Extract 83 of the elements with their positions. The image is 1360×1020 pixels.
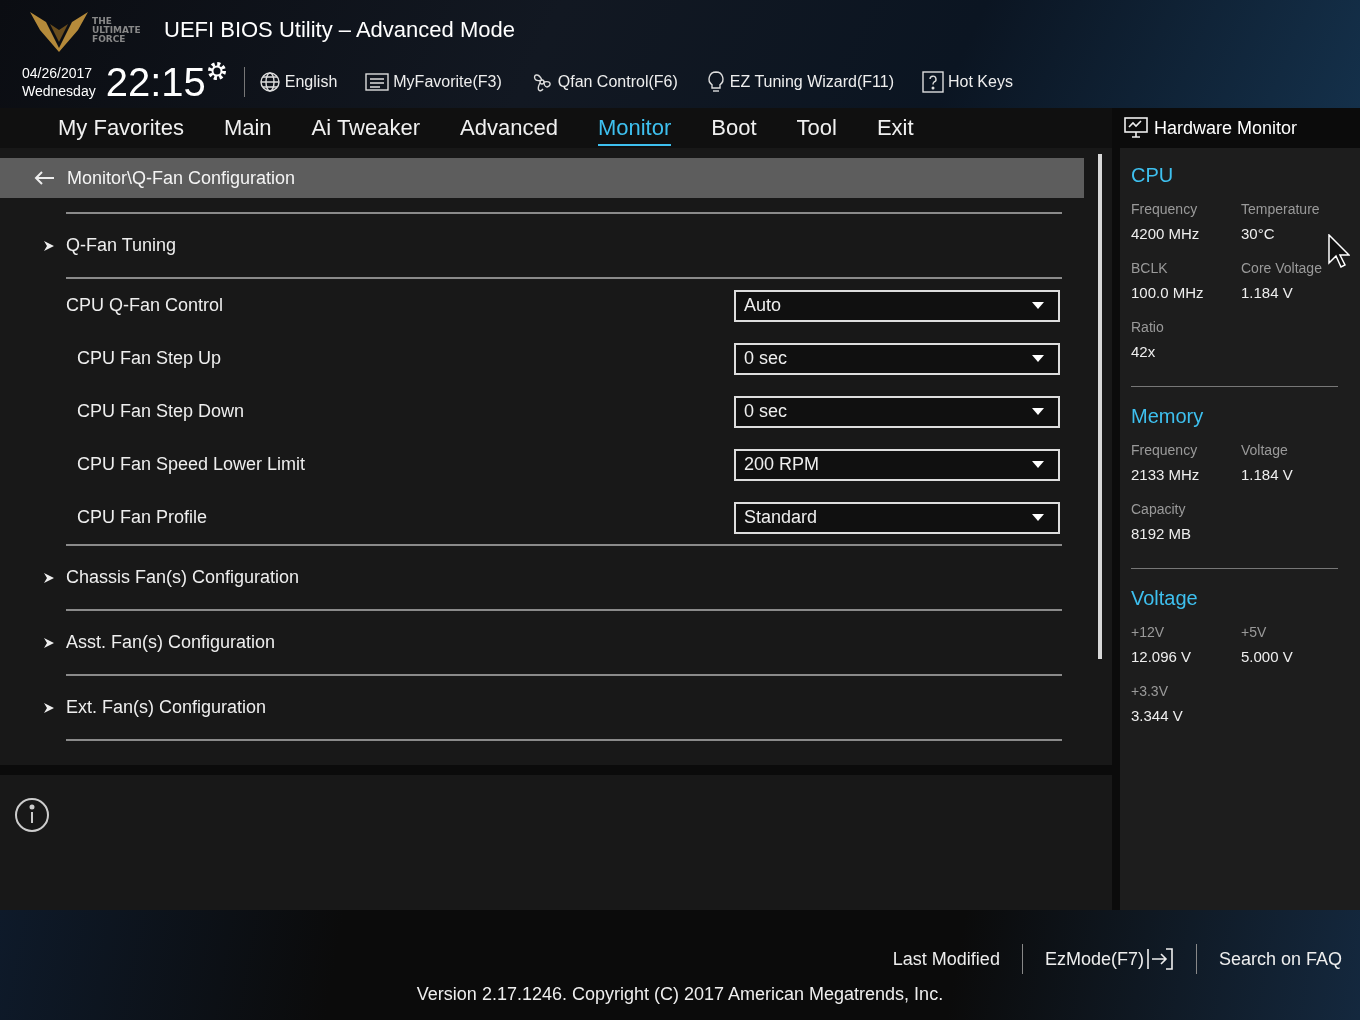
panel-title: Hardware Monitor — [1154, 117, 1298, 139]
toolbar-button[interactable]: Qfan Control(F6) — [529, 70, 678, 94]
submenu-link[interactable]: Chassis Fan(s) Configuration — [66, 567, 1062, 588]
day-text: Wednesday — [22, 82, 96, 100]
stat-value: 1.184 V — [1241, 466, 1294, 483]
stat-value: 5.000 V — [1241, 648, 1294, 665]
version-text: Version 2.17.1246. Copyright (C) 2017 American Megatrends, Inc. — [416, 984, 944, 1005]
expand-arrow-icon — [44, 240, 54, 251]
toolbar-button[interactable]: English — [258, 71, 338, 93]
stat-label: Capacity — [1131, 501, 1187, 517]
stat-label: Ratio — [1131, 319, 1165, 335]
date-text: 04/26/2017 — [22, 64, 94, 82]
stat-label: Frequency — [1131, 442, 1199, 458]
menu-tab[interactable]: Advanced — [460, 110, 558, 146]
setting-label: CPU Fan Speed Lower Limit — [77, 454, 307, 475]
menu-tab[interactable]: Tool — [796, 110, 837, 146]
stat-label: Core Voltage — [1241, 260, 1323, 276]
stat-label: Voltage — [1241, 442, 1289, 458]
dropdown[interactable]: 0 sec — [734, 395, 1060, 428]
lightbulb-icon — [705, 70, 726, 94]
expand-arrow-icon — [44, 637, 54, 648]
submenu-link[interactable]: Q-Fan Tuning — [66, 235, 1062, 256]
section-title: CPU — [1131, 164, 1175, 187]
toolbar-button[interactable]: Hot Keys — [922, 71, 1013, 93]
setting-label: CPU Q-Fan Control — [66, 295, 225, 316]
dropdown[interactable]: 0 sec — [734, 342, 1060, 375]
help-icon — [922, 71, 944, 93]
dropdown[interactable]: Standard — [734, 501, 1060, 534]
dropdown[interactable]: 200 RPM — [734, 448, 1060, 481]
setting-label: CPU Fan Profile — [77, 507, 209, 528]
stat-value: 4200 MHz — [1131, 225, 1201, 242]
footer-link[interactable]: Last Modified — [888, 948, 1004, 970]
menu-tab[interactable]: Boot — [711, 110, 757, 146]
stat-label: +12V — [1131, 624, 1166, 640]
menu-tab[interactable]: My Favorites — [58, 110, 184, 146]
footer-link[interactable]: Search on FAQ — [1214, 948, 1346, 970]
submenu-link[interactable]: Ext. Fan(s) Configuration — [66, 697, 1062, 718]
logo-text: THE ULTIMATE FORCE — [92, 16, 142, 44]
caret-icon — [1032, 355, 1044, 362]
stat-label: +3.3V — [1131, 683, 1169, 699]
stat-value: 30°C — [1241, 225, 1276, 242]
stat-value: 42x — [1131, 343, 1157, 360]
stat-label: +5V — [1241, 624, 1268, 640]
menu-tab[interactable]: Exit — [876, 110, 914, 146]
section-title: Memory — [1131, 405, 1205, 428]
monitor-icon — [1124, 117, 1148, 139]
caret-icon — [1032, 302, 1044, 309]
toolbar-button[interactable]: MyFavorite(F3) — [365, 72, 502, 92]
settings-icon[interactable] — [205, 60, 228, 82]
breadcrumb-bar[interactable]: Monitor\Q-Fan Configuration — [0, 158, 1084, 198]
toolbar-button[interactable]: EZ Tuning Wizard(F11) — [705, 70, 894, 94]
section-title: Voltage — [1131, 587, 1199, 610]
stat-value: 100.0 MHz — [1131, 284, 1205, 301]
mouse-pointer-icon — [1328, 234, 1350, 268]
expand-arrow-icon — [44, 572, 54, 583]
dropdown[interactable]: Auto — [734, 289, 1060, 322]
expand-arrow-icon — [44, 702, 54, 713]
info-icon — [14, 797, 50, 833]
caret-icon — [1032, 514, 1044, 521]
stat-value: 3.344 V — [1131, 707, 1184, 724]
footer-link[interactable]: EzMode(F7) — [1040, 948, 1178, 970]
caret-icon — [1032, 408, 1044, 415]
list-icon — [365, 72, 390, 92]
caret-icon — [1032, 461, 1044, 468]
setting-label: CPU Fan Step Down — [77, 401, 246, 422]
stat-value: 12.096 V — [1131, 648, 1193, 665]
menu-tab[interactable]: Monitor — [597, 110, 672, 146]
stat-value: 2133 MHz — [1131, 466, 1201, 483]
setting-label: CPU Fan Step Up — [77, 348, 223, 369]
exit-icon — [1145, 948, 1174, 970]
breadcrumb-text: Monitor\Q-Fan Configuration — [67, 167, 296, 189]
stat-value: 8192 MB — [1131, 525, 1193, 542]
menu-tab[interactable]: Ai Tweaker — [311, 110, 421, 146]
menu-tab[interactable]: Main — [223, 110, 272, 146]
clock-time: 22:15 — [105, 59, 206, 105]
stat-label: Temperature — [1241, 201, 1321, 217]
globe-icon — [258, 71, 281, 93]
stat-label: BCLK — [1131, 260, 1169, 276]
stat-value: 1.184 V — [1241, 284, 1294, 301]
submenu-link[interactable]: Asst. Fan(s) Configuration — [66, 632, 1062, 653]
back-arrow-icon[interactable] — [33, 170, 55, 186]
window-title: UEFI BIOS Utility – Advanced Mode — [164, 17, 515, 43]
stat-label: Frequency — [1131, 201, 1199, 217]
